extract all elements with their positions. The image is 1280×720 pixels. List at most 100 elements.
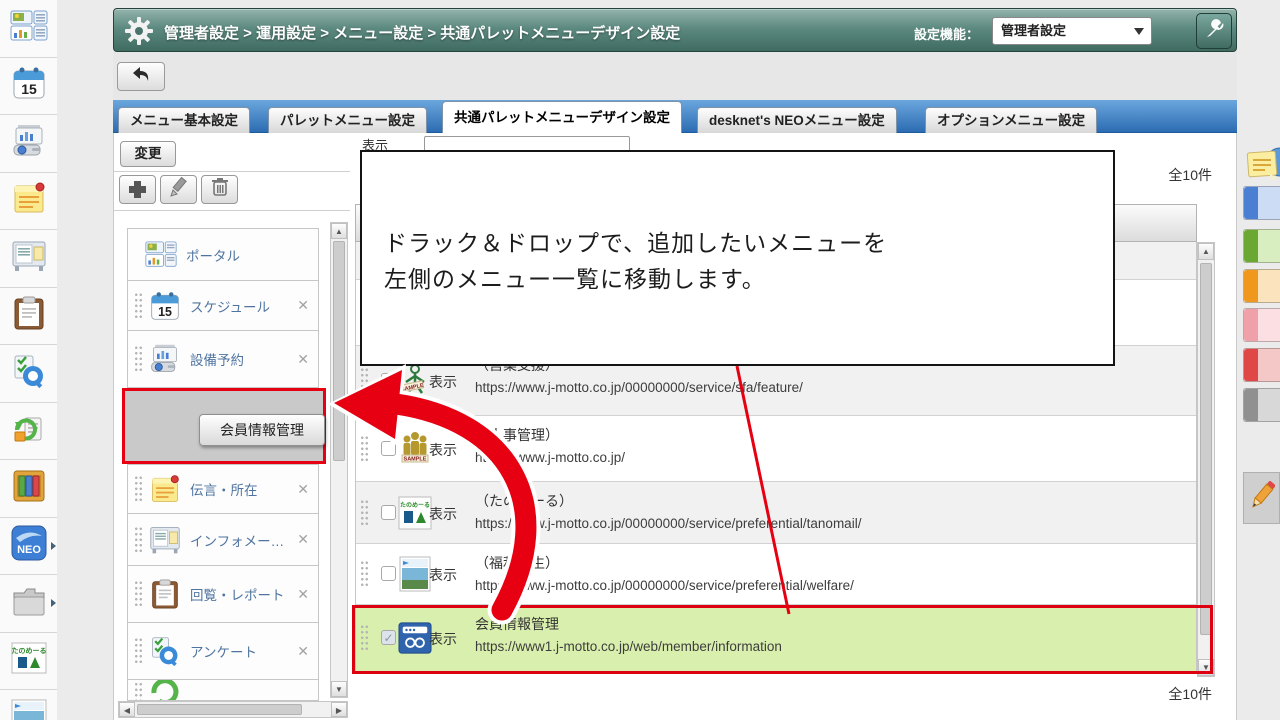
drag-handle[interactable] xyxy=(360,367,369,395)
palette-swatch-green[interactable] xyxy=(1243,229,1280,263)
add-menu-button[interactable] xyxy=(119,175,156,204)
palette-memo-icon[interactable] xyxy=(1246,146,1280,189)
tab-palette-menu[interactable]: パレットメニュー設定 xyxy=(268,107,427,133)
remove-icon[interactable]: ✕ xyxy=(293,351,318,368)
total-count-top: 全10件 xyxy=(1100,165,1212,185)
remove-icon[interactable]: ✕ xyxy=(293,531,318,548)
drag-handle[interactable] xyxy=(360,499,369,527)
bookshelf-icon xyxy=(11,468,47,509)
divider xyxy=(114,210,350,211)
highlight-border xyxy=(352,605,1213,674)
delete-menu-button[interactable] xyxy=(201,175,238,204)
sidebar-item-facility[interactable] xyxy=(0,115,57,173)
drag-handle[interactable] xyxy=(134,345,143,373)
sidebar-item-welfare[interactable] xyxy=(0,690,57,720)
dragged-menu-button[interactable]: 会員情報管理 xyxy=(199,414,325,446)
sidebar-item-circulation[interactable] xyxy=(0,288,57,346)
function-select[interactable]: 管理者設定 xyxy=(992,17,1152,45)
scroll-right-button[interactable]: ▶ xyxy=(331,702,347,717)
drag-handle[interactable] xyxy=(134,580,143,608)
sidebar-item-message[interactable] xyxy=(0,173,57,231)
survey-icon xyxy=(11,353,47,394)
sidebar-item-folder[interactable] xyxy=(0,575,57,633)
sidebar-item-tanomeru[interactable]: たのめーる xyxy=(0,633,57,691)
sidebar-item-information[interactable] xyxy=(0,230,57,288)
drag-handle[interactable] xyxy=(134,475,143,503)
scrollbar-thumb[interactable] xyxy=(1200,263,1212,635)
menu-list-item-circulation[interactable]: 回覧・レポート ✕ xyxy=(127,565,319,623)
menu-list-item-facility[interactable]: 設備予約 ✕ xyxy=(127,330,319,388)
remove-icon[interactable]: ✕ xyxy=(293,643,318,660)
wrench-settings-button[interactable] xyxy=(1196,13,1232,49)
table-row-tanomail[interactable]: たのめーる 表示 （たのめーる） https://www.j-motto.co.… xyxy=(356,482,1196,544)
scroll-up-button[interactable]: ▲ xyxy=(1198,243,1214,260)
sidebar-item-schedule[interactable]: 15 xyxy=(0,58,57,116)
tab-menu-basic[interactable]: メニュー基本設定 xyxy=(118,107,250,133)
workflow-icon xyxy=(11,410,47,451)
menu-list-item-survey[interactable]: アンケート ✕ xyxy=(127,622,319,680)
drop-target-zone[interactable]: 会員情報管理 xyxy=(122,388,326,464)
projector-icon xyxy=(148,342,182,376)
row-checkbox[interactable] xyxy=(381,566,396,581)
flyout-arrow-icon xyxy=(51,542,56,550)
remove-icon[interactable]: ✕ xyxy=(293,481,318,498)
drag-handle[interactable] xyxy=(134,637,143,665)
survey-icon xyxy=(148,634,182,668)
sidebar-item-workflow[interactable] xyxy=(0,403,57,461)
drag-handle[interactable] xyxy=(360,560,369,588)
palette-swatch-gray[interactable] xyxy=(1243,388,1280,422)
tab-option-menu[interactable]: オプションメニュー設定 xyxy=(925,107,1097,133)
menu-list-item-portal[interactable]: ポータル xyxy=(127,228,319,281)
menu-list-item-information[interactable]: インフォメー… ✕ xyxy=(127,513,319,566)
palette-swatch-orange[interactable] xyxy=(1243,269,1280,303)
app-root: 15 xyxy=(0,0,1280,720)
remove-icon[interactable]: ✕ xyxy=(293,586,318,603)
palette-swatch-blue[interactable] xyxy=(1243,186,1280,220)
drag-handle[interactable] xyxy=(360,435,369,463)
change-button[interactable]: 変更 xyxy=(120,141,176,167)
scrollbar-thumb[interactable] xyxy=(137,704,302,715)
table-row-hr[interactable]: SAMPLE 表示 （人事管理） https://www.j-motto.co.… xyxy=(356,416,1196,482)
row-checkbox[interactable] xyxy=(381,373,396,388)
drag-handle[interactable] xyxy=(134,679,143,701)
remove-icon[interactable]: ✕ xyxy=(293,297,318,314)
sidebar-item-survey[interactable] xyxy=(0,345,57,403)
sidebar-item-portal[interactable] xyxy=(0,0,57,58)
infoboard-icon xyxy=(148,523,182,557)
drag-handle[interactable] xyxy=(134,292,143,320)
palette-pencil-cell[interactable] xyxy=(1243,472,1280,524)
drag-handle[interactable] xyxy=(134,526,143,554)
sidebar-item-neo[interactable]: NEO xyxy=(0,518,57,576)
menu-list-scrollbar[interactable]: ▲ ▼ xyxy=(330,222,348,698)
tab-desknets-neo-menu[interactable]: desknet's NEOメニュー設定 xyxy=(697,107,897,133)
menu-list-item-partial[interactable] xyxy=(127,679,319,701)
portal-icon xyxy=(144,238,178,272)
palette-swatch-red[interactable] xyxy=(1243,348,1280,382)
tanomeru-logo-icon: たのめーる xyxy=(10,639,48,682)
menu-list-item-message[interactable]: 伝言・所在 ✕ xyxy=(127,464,319,514)
breadcrumb: 管理者設定 > 運用設定 > メニュー設定 > 共通パレットメニューデザイン設定 xyxy=(164,22,680,43)
app-sidebar: 15 xyxy=(0,0,57,720)
instruction-line1: ドラック＆ドロップで、追加したいメニューを xyxy=(384,224,887,258)
menu-list-hscrollbar[interactable]: ◀ ▶ xyxy=(118,701,348,718)
row-checkbox[interactable] xyxy=(381,505,396,520)
flyout-arrow-icon xyxy=(51,599,56,607)
palette-swatch-pink[interactable] xyxy=(1243,308,1280,342)
folder-icon xyxy=(10,585,48,622)
svg-text:SAMPLE: SAMPLE xyxy=(404,456,427,462)
edit-menu-button[interactable] xyxy=(160,175,197,204)
back-button[interactable] xyxy=(117,62,165,91)
scroll-left-button[interactable]: ◀ xyxy=(119,702,135,717)
scroll-up-button[interactable]: ▲ xyxy=(331,223,347,239)
clipboard-icon xyxy=(12,295,46,336)
back-arrow-icon xyxy=(131,66,151,87)
scroll-down-button[interactable]: ▼ xyxy=(331,681,347,697)
tab-common-palette-design[interactable]: 共通パレットメニューデザイン設定 xyxy=(442,101,682,133)
gear-icon xyxy=(124,16,154,51)
toolbar-strip xyxy=(113,52,1237,100)
table-row-welfare[interactable]: 表示 （福利厚生） https://www.j-motto.co.jp/0000… xyxy=(356,544,1196,605)
row-checkbox[interactable] xyxy=(381,441,396,456)
scrollbar-thumb[interactable] xyxy=(333,241,345,461)
menu-list-item-schedule[interactable]: 15 スケジュール ✕ xyxy=(127,280,319,331)
sidebar-item-document[interactable] xyxy=(0,460,57,518)
